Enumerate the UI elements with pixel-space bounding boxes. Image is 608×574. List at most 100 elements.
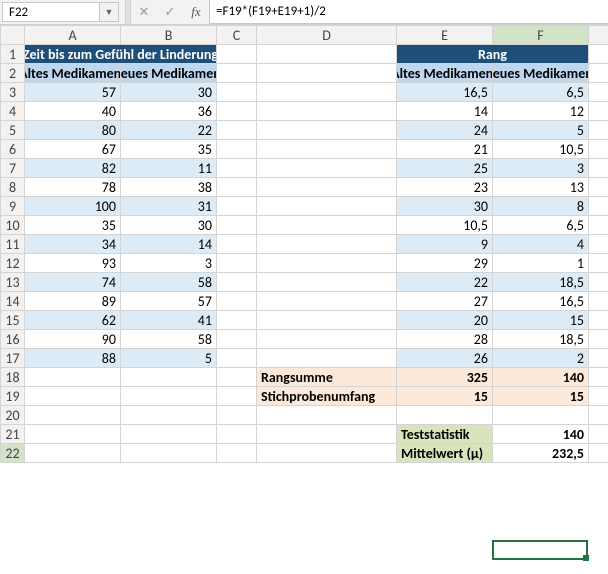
cell-a[interactable]: 34 [25,235,121,254]
cell[interactable] [25,387,121,406]
cell-f[interactable]: 15 [493,311,589,330]
stichproben-e[interactable]: 15 [397,387,493,406]
cell[interactable] [257,292,397,311]
cell-b[interactable]: 22 [121,121,217,140]
cell[interactable] [217,254,257,273]
cell[interactable] [589,311,608,330]
formula-input[interactable]: =F19*(F19+E19+1)/2 [209,0,608,24]
cell[interactable] [589,406,608,425]
cell-b[interactable]: 58 [121,330,217,349]
cell-e[interactable]: 22 [397,273,493,292]
cell-f[interactable]: 1 [493,254,589,273]
cell-a[interactable]: 40 [25,102,121,121]
cell[interactable] [493,406,589,425]
cell[interactable] [257,311,397,330]
sub-altes-left[interactable]: Altes Medikament [25,64,121,83]
cell-b[interactable]: 38 [121,178,217,197]
row-header[interactable]: 12 [1,254,25,273]
cell[interactable] [217,121,257,140]
row-header[interactable]: 8 [1,178,25,197]
sub-altes-right[interactable]: Altes Medikament [397,64,493,83]
cell-a[interactable]: 57 [25,83,121,102]
cell[interactable] [121,368,217,387]
cell-a[interactable]: 88 [25,349,121,368]
cell[interactable] [397,406,493,425]
spreadsheet-grid[interactable]: A B C D E F 1 Zeit bis zum Gefühl der Li… [0,25,608,463]
cell-f[interactable]: 4 [493,235,589,254]
cell[interactable] [217,273,257,292]
cell-e[interactable]: 24 [397,121,493,140]
cell-e[interactable]: 28 [397,330,493,349]
name-box[interactable]: F22 [2,2,100,22]
cell[interactable] [217,235,257,254]
row-header[interactable]: 14 [1,292,25,311]
cell[interactable] [589,368,608,387]
cell[interactable] [589,216,608,235]
cell-f[interactable]: 3 [493,159,589,178]
cell[interactable] [217,368,257,387]
row-header[interactable]: 6 [1,140,25,159]
rangsumme-label[interactable]: Rangsumme [257,368,397,387]
cell[interactable] [257,216,397,235]
cell-b[interactable]: 57 [121,292,217,311]
cell-b[interactable]: 11 [121,159,217,178]
rangsumme-e[interactable]: 325 [397,368,493,387]
row-header[interactable]: 11 [1,235,25,254]
cell[interactable] [257,102,397,121]
cell[interactable] [217,197,257,216]
cell[interactable] [25,425,121,444]
sub-neues-right[interactable]: Neues Medikament [493,64,589,83]
cell[interactable] [589,121,608,140]
row-header[interactable]: 4 [1,102,25,121]
cell[interactable] [257,349,397,368]
cell-b[interactable]: 41 [121,311,217,330]
cell[interactable] [589,45,608,64]
cell-e[interactable]: 21 [397,140,493,159]
cell[interactable] [257,159,397,178]
cell-a[interactable]: 67 [25,140,121,159]
row-header[interactable]: 7 [1,159,25,178]
cell[interactable] [217,425,257,444]
row-header[interactable]: 19 [1,387,25,406]
cell[interactable] [121,387,217,406]
cell[interactable] [257,444,397,463]
cell[interactable] [257,330,397,349]
cell[interactable] [257,83,397,102]
col-header-c[interactable]: C [217,26,257,45]
cell[interactable] [217,102,257,121]
cell-a[interactable]: 89 [25,292,121,311]
cell[interactable] [217,216,257,235]
cell-e[interactable]: 27 [397,292,493,311]
col-header-d[interactable]: D [257,26,397,45]
cell[interactable] [589,425,608,444]
cell[interactable] [257,178,397,197]
cell[interactable] [589,83,608,102]
rangsumme-f[interactable]: 140 [493,368,589,387]
cell-b[interactable]: 30 [121,83,217,102]
cell-b[interactable]: 3 [121,254,217,273]
row-header[interactable]: 17 [1,349,25,368]
col-header-blank[interactable] [589,26,608,45]
cell[interactable] [589,235,608,254]
cell[interactable] [217,140,257,159]
cell-a[interactable]: 90 [25,330,121,349]
cell[interactable] [217,444,257,463]
col-header-e[interactable]: E [397,26,493,45]
cell[interactable] [217,311,257,330]
cell[interactable] [589,197,608,216]
row-header[interactable]: 22 [1,444,25,463]
row-header[interactable]: 18 [1,368,25,387]
cell[interactable] [589,292,608,311]
cell[interactable] [257,140,397,159]
cell-f[interactable]: 6,5 [493,83,589,102]
cell[interactable] [257,64,397,83]
cell[interactable] [217,292,257,311]
cell[interactable] [257,254,397,273]
cell[interactable] [589,330,608,349]
cell-a[interactable]: 74 [25,273,121,292]
cell[interactable] [121,406,217,425]
mittelwert-label[interactable]: Mittelwert (μ) [397,444,493,463]
cell-a[interactable]: 93 [25,254,121,273]
cell-a[interactable]: 62 [25,311,121,330]
cell[interactable] [257,197,397,216]
